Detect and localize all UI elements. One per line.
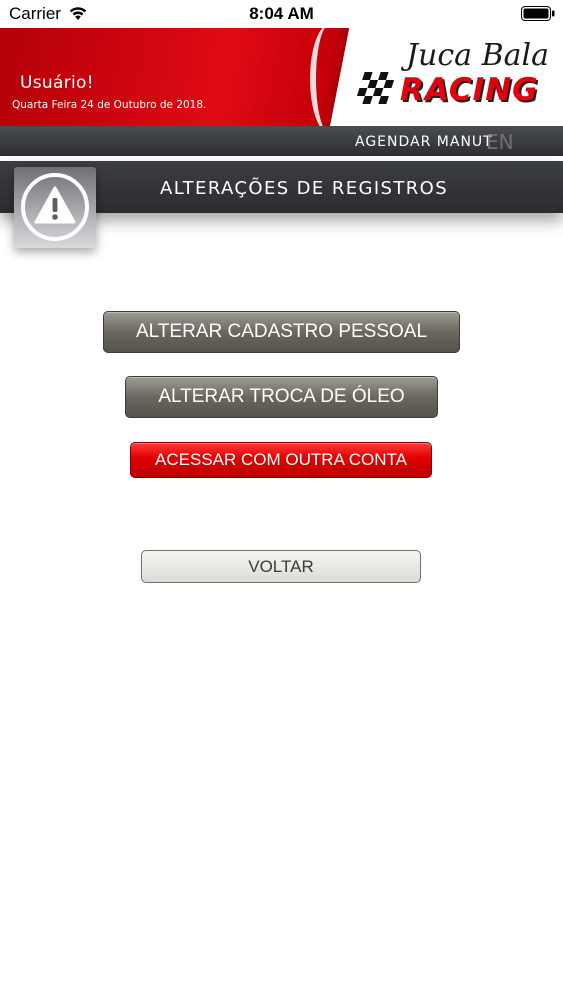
current-date: Quarta Feira 24 de Outubro de 2018. [12,99,207,111]
menu-strip: AGENDAR MANUT EN [0,126,563,156]
menu-ghost-text: EN [486,130,514,154]
edit-oil-change-button[interactable]: ALTERAR TROCA DE ÓLEO [125,376,438,418]
battery-icon [521,6,555,21]
menu-item-agendar[interactable]: AGENDAR MANUT [355,134,493,150]
logo-racing-text: RACING [400,72,539,108]
section-icon-box [14,167,96,248]
section-title: ALTERAÇÕES DE REGISTROS [160,178,449,199]
user-greeting: Usuário! [20,73,94,93]
edit-personal-data-button[interactable]: ALTERAR CADASTRO PESSOAL [103,311,460,353]
status-bar: Carrier 8:04 AM [0,0,563,28]
switch-account-button[interactable]: ACESSAR COM OUTRA CONTA [130,442,432,478]
brand-logo: Juca Bala RACING [350,36,555,122]
logo-juca-text: Juca Bala [406,38,549,73]
back-button[interactable]: VOLTAR [141,550,421,583]
app-header: Usuário! Quarta Feira 24 de Outubro de 2… [0,28,563,126]
clock: 8:04 AM [249,4,314,23]
warning-icon [21,173,89,241]
